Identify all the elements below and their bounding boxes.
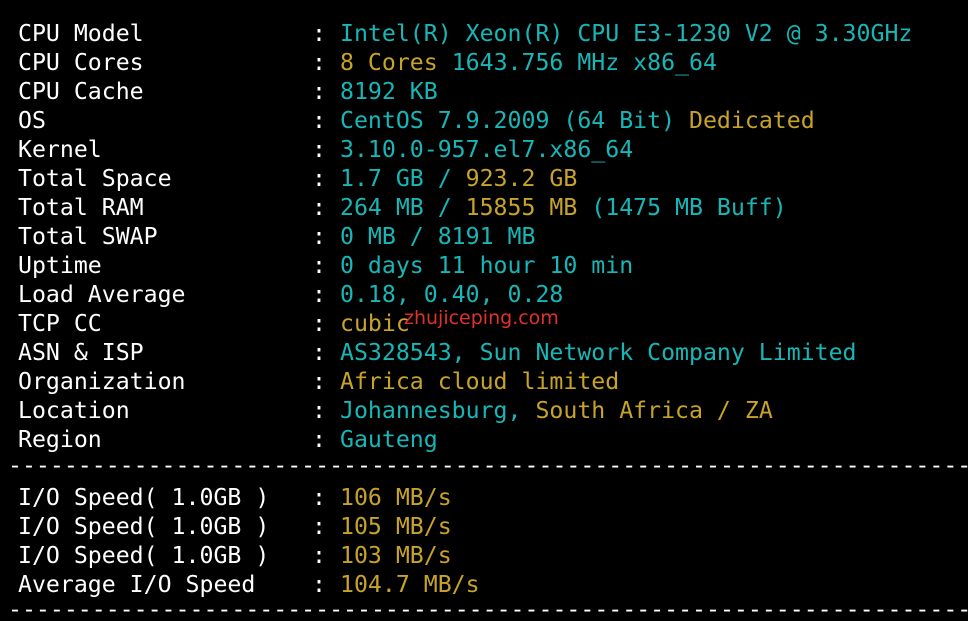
- info-row-value-part: 1.7 GB /: [340, 165, 466, 192]
- info-row-label: Uptime: [18, 252, 102, 279]
- io-row-separator: :: [312, 513, 326, 540]
- info-row-label: CPU Model: [18, 20, 144, 47]
- info-row-value-part: 8 Cores: [340, 49, 452, 76]
- info-row-label: CPU Cores: [18, 49, 144, 76]
- info-row-value-part: 3.10.0-957.el7.x86_64: [340, 136, 634, 163]
- io-row-value-part: 106 MB/s: [340, 484, 452, 511]
- info-row-value-part: Intel(R) Xeon(R) CPU E3-1230 V2 @ 3.30GH…: [340, 20, 913, 47]
- info-row-label: Total RAM: [18, 194, 144, 221]
- watermark-text: zhujiceping.com: [404, 307, 559, 329]
- info-row-value-part: South Africa / ZA: [535, 397, 773, 424]
- info-row-separator: :: [312, 20, 326, 47]
- info-row-label: Location: [18, 397, 130, 424]
- info-row-value-part: 0 MB / 8191 MB: [340, 223, 536, 250]
- info-row-value-part: CentOS 7.9.2009 (64 Bit): [340, 107, 690, 134]
- info-row-value: 0 days 11 hour 10 min: [340, 251, 633, 280]
- info-row-value: 264 MB / 15855 MB (1475 MB Buff): [340, 193, 787, 222]
- info-row-separator: :: [312, 49, 326, 76]
- io-row-value-part: 104.7 MB/s: [340, 571, 480, 598]
- info-row-value-part: 264 MB /: [340, 194, 466, 221]
- io-row-value: 105 MB/s: [340, 512, 452, 541]
- info-row-value-part: Gauteng: [340, 426, 438, 453]
- info-row-label: Total SWAP: [18, 223, 158, 250]
- io-row-value: 104.7 MB/s: [340, 570, 480, 599]
- info-row-label: OS: [18, 107, 46, 134]
- info-row-value: 0 MB / 8191 MB: [340, 222, 535, 251]
- info-row-label: Load Average: [18, 281, 186, 308]
- info-row-value-part: 15855 MB: [465, 194, 592, 221]
- info-row-value: 8 Cores 1643.756 MHz x86_64: [340, 48, 717, 77]
- info-row-separator: :: [312, 310, 326, 337]
- info-row-value-part: 1643.756 MHz x86_64: [451, 49, 717, 76]
- info-row-value-part: Johannesburg,: [340, 397, 536, 424]
- info-row-value-part: 0.18, 0.40, 0.28: [340, 281, 564, 308]
- info-row-label: Kernel: [18, 136, 102, 163]
- info-row-separator: :: [312, 107, 326, 134]
- io-row-value-part: 105 MB/s: [340, 513, 452, 540]
- info-row-label: ASN & ISP: [18, 339, 144, 366]
- io-row-label: Average I/O Speed: [18, 571, 256, 598]
- info-row-separator: :: [312, 426, 326, 453]
- info-row-separator: :: [312, 136, 326, 163]
- info-row-value: 3.10.0-957.el7.x86_64: [340, 135, 633, 164]
- info-row-value: Intel(R) Xeon(R) CPU E3-1230 V2 @ 3.30GH…: [340, 19, 912, 48]
- io-row-value: 106 MB/s: [340, 483, 452, 512]
- info-row-label: CPU Cache: [18, 78, 144, 105]
- info-row-value: 0.18, 0.40, 0.28: [340, 280, 563, 309]
- divider-bottom: ----------------------------------------…: [8, 599, 968, 621]
- io-row-value: 103 MB/s: [340, 541, 452, 570]
- io-row-separator: :: [312, 571, 326, 598]
- info-row-value: AS328543, Sun Network Company Limited: [340, 338, 857, 367]
- info-row-separator: :: [312, 397, 326, 424]
- info-row-label: Region: [18, 426, 102, 453]
- info-row-value-part: AS328543, Sun Network Company Limited: [340, 339, 857, 366]
- info-row-value-part: 923.2 GB: [465, 165, 578, 192]
- info-row-separator: :: [312, 223, 326, 250]
- io-row-label: I/O Speed( 1.0GB ): [18, 484, 270, 511]
- info-row-value: Africa cloud limited: [340, 367, 619, 396]
- info-row-label: TCP CC: [18, 310, 102, 337]
- info-row-value-part: (1475 MB Buff): [591, 194, 787, 221]
- info-row-value: Johannesburg, South Africa / ZA: [340, 396, 773, 425]
- info-row-value-part: cubic: [340, 310, 410, 337]
- info-row-value: CentOS 7.9.2009 (64 Bit) Dedicated: [340, 106, 815, 135]
- io-row-label: I/O Speed( 1.0GB ): [18, 542, 270, 569]
- info-row-value-part: Dedicated: [689, 107, 815, 134]
- info-row-separator: :: [312, 368, 326, 395]
- info-row-separator: :: [312, 252, 326, 279]
- info-row-label: Organization: [18, 368, 186, 395]
- info-row-value: 8192 KB: [340, 77, 438, 106]
- terminal-window: CPU Model: Intel(R) Xeon(R) CPU E3-1230 V…: [0, 0, 968, 621]
- io-row-value-part: 103 MB/s: [340, 542, 452, 569]
- io-row-separator: :: [312, 484, 326, 511]
- io-row-separator: :: [312, 542, 326, 569]
- info-row-value-part: Africa cloud limited: [340, 368, 620, 395]
- info-row-value: 1.7 GB / 923.2 GB: [340, 164, 577, 193]
- divider-top: ----------------------------------------…: [8, 455, 968, 477]
- info-row-value-part: 8192 KB: [340, 78, 438, 105]
- info-row-value: Gauteng: [340, 425, 438, 454]
- info-row-separator: :: [312, 281, 326, 308]
- info-row-separator: :: [312, 194, 326, 221]
- info-row-separator: :: [312, 78, 326, 105]
- info-row-value: cubic: [340, 309, 410, 338]
- info-row-separator: :: [312, 165, 326, 192]
- info-row-separator: :: [312, 339, 326, 366]
- io-row-label: I/O Speed( 1.0GB ): [18, 513, 270, 540]
- info-row-value-part: 0 days 11 hour 10 min: [340, 252, 634, 279]
- info-row-label: Total Space: [18, 165, 172, 192]
